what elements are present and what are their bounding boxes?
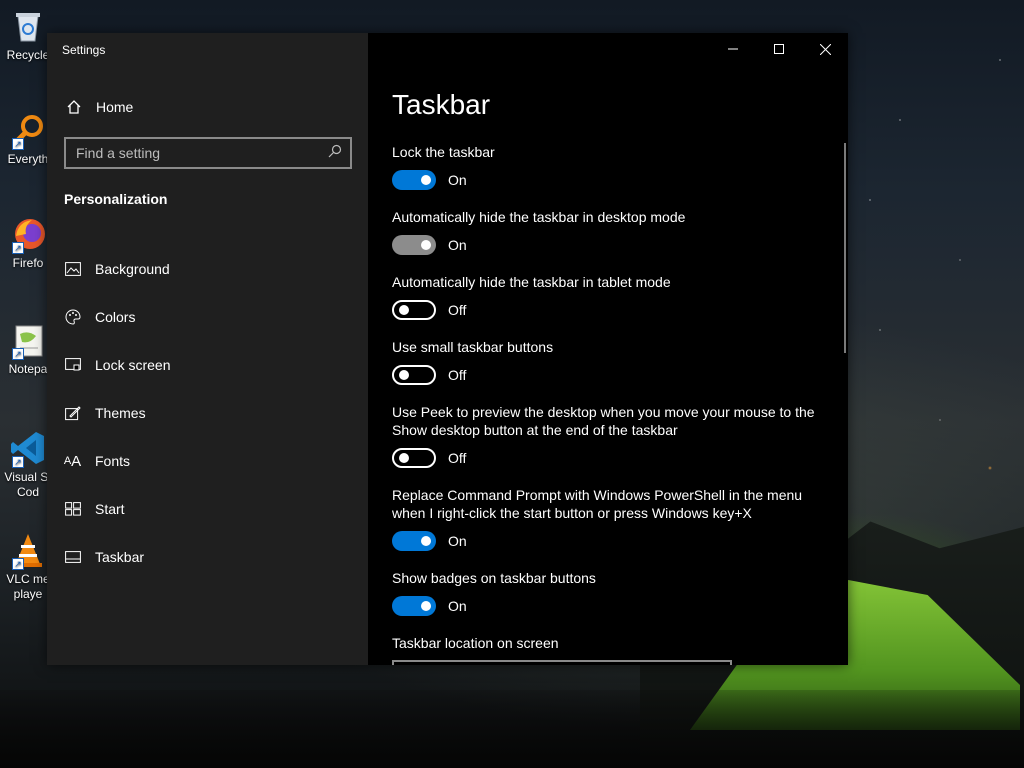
shortcut-arrow-icon: ↗ xyxy=(12,558,24,570)
maximize-button[interactable] xyxy=(756,33,802,65)
setting-label: Use Peek to preview the desktop when you… xyxy=(392,404,815,438)
vscode-icon: ↗ xyxy=(10,430,46,468)
setting-powershell: Replace Command Prompt with Windows Powe… xyxy=(392,486,832,560)
setting-label: Use small taskbar buttons xyxy=(392,339,554,355)
sidebar-item-taskbar[interactable]: Taskbar xyxy=(47,533,368,581)
window-title: Settings xyxy=(62,43,106,57)
setting-label: Show badges on taskbar buttons xyxy=(392,570,596,586)
settings-list: Lock the taskbar On Automatically hide t… xyxy=(392,143,832,665)
small-buttons-toggle[interactable] xyxy=(392,365,436,385)
desktop-wallpaper-ground xyxy=(0,690,1024,768)
sidebar-item-fonts[interactable]: AA Fonts xyxy=(47,437,368,485)
setting-taskbar-location: Taskbar location on screen xyxy=(392,634,832,665)
setting-badges: Show badges on taskbar buttons On xyxy=(392,569,832,625)
picture-icon xyxy=(64,261,81,278)
badges-toggle[interactable] xyxy=(392,596,436,616)
settings-sidebar: Settings Home Personalization xyxy=(47,33,368,665)
toggle-state: Off xyxy=(448,450,467,466)
sidebar-item-colors[interactable]: Colors xyxy=(47,293,368,341)
toggle-state: On xyxy=(448,598,467,614)
sidebar-item-label: Fonts xyxy=(95,453,131,469)
notepad-icon: ↗ xyxy=(10,322,46,360)
setting-autohide-desktop: Automatically hide the taskbar in deskto… xyxy=(392,208,832,264)
setting-autohide-tablet: Automatically hide the taskbar in tablet… xyxy=(392,273,832,329)
lock-screen-icon xyxy=(64,357,81,374)
setting-label: Automatically hide the taskbar in tablet… xyxy=(392,274,671,290)
minimize-icon xyxy=(728,48,738,50)
autohide-desktop-toggle[interactable] xyxy=(392,235,436,255)
toggle-state: On xyxy=(448,172,467,188)
taskbar-location-dropdown[interactable] xyxy=(392,660,732,665)
vlc-icon: ↗ xyxy=(10,532,46,570)
sidebar-item-themes[interactable]: Themes xyxy=(47,389,368,437)
search-box[interactable] xyxy=(64,137,352,169)
taskbar-icon xyxy=(64,549,81,566)
powershell-toggle[interactable] xyxy=(392,531,436,551)
content-scrollbar[interactable] xyxy=(844,143,846,353)
sidebar-item-label: Themes xyxy=(95,405,146,421)
sidebar-item-label: Colors xyxy=(95,309,136,325)
toggle-state: On xyxy=(448,237,467,253)
peek-toggle[interactable] xyxy=(392,448,436,468)
everything-search-icon: ↗ xyxy=(10,112,46,150)
palette-icon xyxy=(64,309,81,326)
sidebar-item-lock-screen[interactable]: Lock screen xyxy=(47,341,368,389)
shortcut-arrow-icon: ↗ xyxy=(12,138,24,150)
sidebar-item-label: Taskbar xyxy=(95,549,145,565)
section-label-personalization: Personalization xyxy=(64,191,168,207)
shortcut-arrow-icon: ↗ xyxy=(12,348,24,360)
maximize-icon xyxy=(774,44,784,54)
nav-list: Background Colors Lock screen Themes A A… xyxy=(47,245,368,581)
settings-content-pane: Taskbar Lock the taskbar On Automaticall… xyxy=(368,33,848,665)
sidebar-item-background[interactable]: Background xyxy=(47,245,368,293)
sidebar-item-start[interactable]: Start xyxy=(47,485,368,533)
lock-taskbar-toggle[interactable] xyxy=(392,170,436,190)
toggle-state: Off xyxy=(448,302,467,318)
nav-home[interactable]: Home xyxy=(65,95,133,119)
page-title: Taskbar xyxy=(392,89,491,120)
recycle-bin-icon xyxy=(10,8,46,44)
sidebar-item-label: Start xyxy=(95,501,125,517)
sidebar-item-label: Background xyxy=(95,261,170,277)
setting-lock-taskbar: Lock the taskbar On xyxy=(392,143,832,199)
setting-label: Automatically hide the taskbar in deskto… xyxy=(392,209,686,225)
search-input[interactable] xyxy=(76,145,306,161)
setting-small-buttons: Use small taskbar buttons Off xyxy=(392,338,832,394)
nav-home-label: Home xyxy=(96,99,134,115)
setting-label: Replace Command Prompt with Windows Powe… xyxy=(392,487,803,521)
window-controls xyxy=(710,33,848,65)
toggle-state: On xyxy=(448,533,467,549)
fonts-icon: AA xyxy=(63,452,82,470)
start-icon xyxy=(64,501,81,518)
close-button[interactable] xyxy=(802,33,848,65)
sidebar-item-label: Lock screen xyxy=(95,357,171,373)
home-icon xyxy=(65,99,82,116)
close-icon xyxy=(819,43,831,55)
themes-icon xyxy=(64,405,81,422)
search-icon[interactable] xyxy=(328,144,342,163)
minimize-button[interactable] xyxy=(710,33,756,65)
autohide-tablet-toggle[interactable] xyxy=(392,300,436,320)
taskbar-location-label: Taskbar location on screen xyxy=(392,635,559,651)
firefox-icon: ↗ xyxy=(10,216,46,254)
shortcut-arrow-icon: ↗ xyxy=(12,242,24,254)
settings-window: Settings Home Personalization xyxy=(47,33,848,665)
shortcut-arrow-icon: ↗ xyxy=(12,456,24,468)
toggle-state: Off xyxy=(448,367,467,383)
setting-peek: Use Peek to preview the desktop when you… xyxy=(392,403,832,477)
setting-label: Lock the taskbar xyxy=(392,144,495,160)
